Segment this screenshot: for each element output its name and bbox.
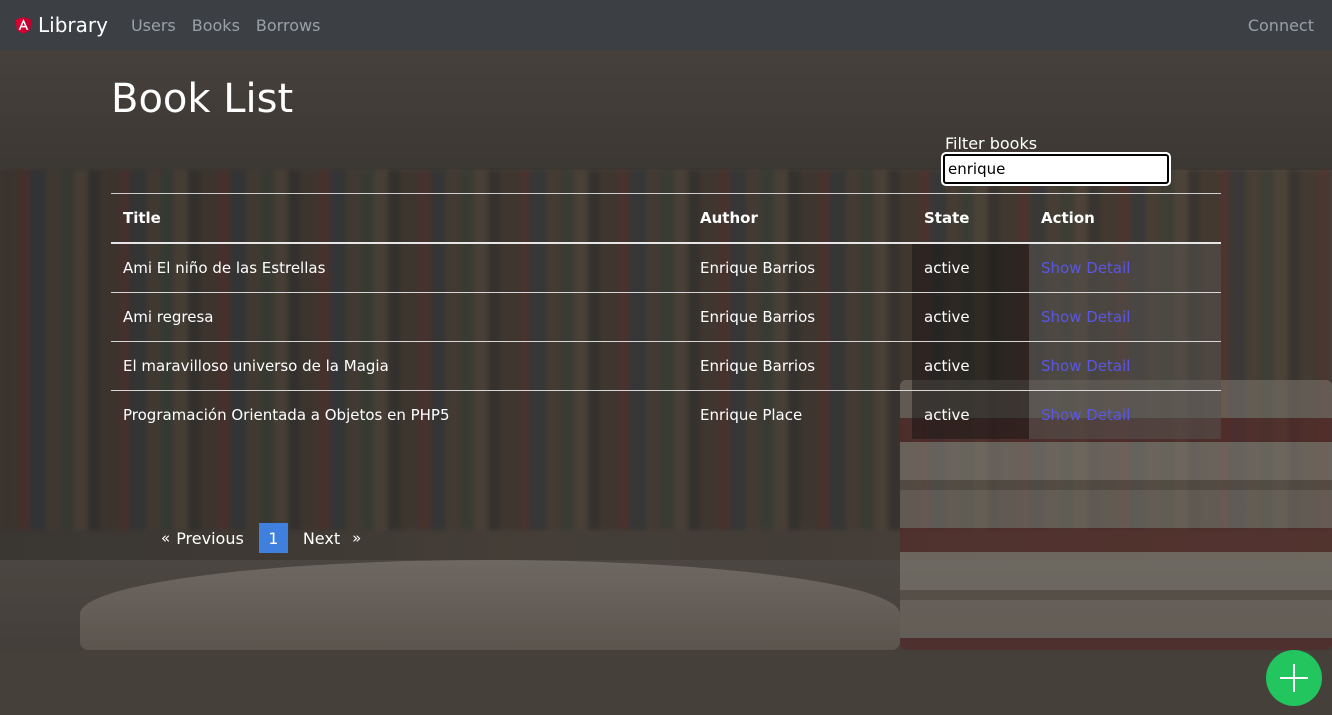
table-row: Programación Orientada a Objetos en PHP5…	[111, 390, 1221, 439]
previous-page-button[interactable]: Previous	[176, 529, 244, 548]
cell-title: Ami El niño de las Estrellas	[111, 243, 688, 293]
cell-state: active	[912, 390, 1029, 439]
nav-borrows[interactable]: Borrows	[256, 16, 321, 35]
header-title: Title	[111, 193, 688, 244]
nav-books[interactable]: Books	[192, 16, 240, 35]
cell-action: Show Detail	[1029, 243, 1221, 293]
brand-label: Library	[38, 13, 108, 37]
filter-label: Filter books	[945, 134, 1038, 153]
next-page-button[interactable]: Next	[303, 529, 340, 548]
cell-author: Enrique Barrios	[688, 243, 912, 293]
cell-title: Programación Orientada a Objetos en PHP5	[123, 406, 450, 424]
show-detail-link[interactable]: Show Detail	[1041, 259, 1130, 277]
previous-arrow-icon[interactable]: «	[161, 529, 170, 547]
cell-author: Enrique Barrios	[688, 292, 912, 342]
cell-action: Show Detail	[1029, 292, 1221, 342]
add-book-button[interactable]	[1266, 650, 1322, 706]
cell-state: active	[912, 341, 1029, 391]
cell-state: active	[912, 243, 1029, 293]
filter-input[interactable]	[941, 152, 1171, 186]
brand-link[interactable]: Library	[13, 13, 108, 37]
table-header-row: Title Author State Action	[111, 193, 1221, 244]
header-author: Author	[688, 193, 912, 244]
header-action: Action	[1029, 193, 1221, 244]
cell-state: active	[912, 292, 1029, 342]
pagination: « Previous 1 Next »	[161, 523, 367, 553]
table-row: Ami El niño de las Estrellas Enrique Bar…	[111, 243, 1221, 293]
show-detail-link[interactable]: Show Detail	[1041, 406, 1130, 424]
cell-author: Enrique Barrios	[688, 341, 912, 391]
cell-author: Enrique Place	[700, 406, 803, 424]
current-page-button[interactable]: 1	[258, 523, 288, 553]
cell-title: Ami regresa	[111, 292, 688, 342]
table-row: El maravilloso universo de la Magia Enri…	[111, 341, 1221, 391]
navbar: Library Users Books Borrows Connect	[0, 0, 1332, 50]
page-title: Book List	[111, 76, 294, 122]
cell-action: Show Detail	[1029, 390, 1221, 439]
plus-icon	[1280, 664, 1308, 692]
angular-logo-icon	[15, 17, 32, 34]
table-row: Ami regresa Enrique Barrios active Show …	[111, 292, 1221, 342]
nav-connect[interactable]: Connect	[1248, 16, 1314, 35]
books-table: Title Author State Action Ami El niño de…	[111, 193, 1221, 439]
nav-users[interactable]: Users	[131, 16, 176, 35]
cell-action: Show Detail	[1029, 341, 1221, 391]
cell-title: El maravilloso universo de la Magia	[111, 341, 688, 391]
next-arrow-icon[interactable]: »	[352, 529, 361, 547]
show-detail-link[interactable]: Show Detail	[1041, 308, 1130, 326]
show-detail-link[interactable]: Show Detail	[1041, 357, 1130, 375]
header-state: State	[912, 193, 1029, 244]
